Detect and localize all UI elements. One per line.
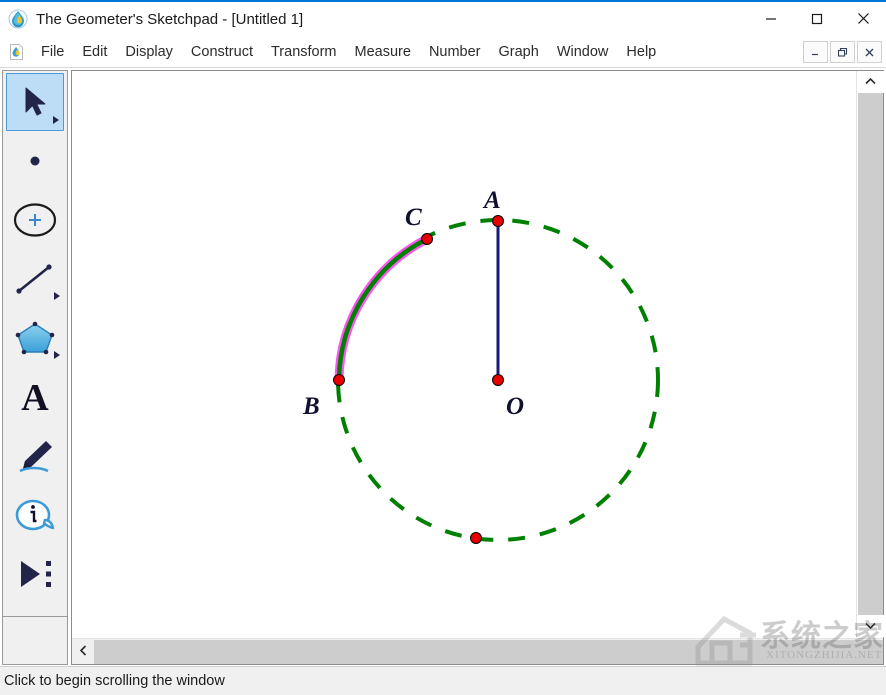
circle-compass-icon [13,200,57,240]
label-O[interactable]: O [506,393,524,420]
point-A[interactable] [493,216,504,227]
tool-list: A [3,73,67,617]
document-droplet-icon [8,43,26,61]
arrow-select-tool[interactable] [6,73,64,131]
arrow-cursor-icon [20,85,50,119]
menu-item-display[interactable]: Display [116,42,182,62]
status-message: Click to begin scrolling the window [4,673,225,689]
flyout-arrow-icon[interactable] [54,351,60,359]
status-bar: Click to begin scrolling the window [0,666,886,695]
close-button[interactable] [840,2,886,35]
point-unlabeled-bottom[interactable] [471,533,482,544]
sketch-window: A C B O [71,70,884,665]
scroll-up-button[interactable] [857,71,884,93]
label-B[interactable]: B [302,393,320,420]
sketchpad-droplet-icon [8,9,28,29]
polygon-tool[interactable] [3,308,67,367]
marker-pen-icon [14,436,56,476]
menu-item-help[interactable]: Help [617,42,665,62]
scroll-left-button[interactable] [72,639,94,665]
window-controls [748,2,886,35]
info-balloon-icon [13,496,57,534]
point-tool[interactable] [3,131,67,190]
mdi-window-controls [803,41,882,63]
tool-palette: A [2,70,68,665]
flyout-arrow-icon[interactable] [53,116,59,124]
mdi-close-button[interactable] [857,41,882,63]
chevron-up-icon [865,73,876,91]
scroll-down-button[interactable] [857,615,884,637]
sketch-canvas[interactable]: A C B O [72,71,856,637]
title-bar: The Geometer's Sketchpad - [Untitled 1] [0,2,886,36]
vertical-scrollbar[interactable] [856,71,883,637]
sketchpad-window: The Geometer's Sketchpad - [Untitled 1] [0,0,886,695]
chevron-down-icon [865,617,876,635]
information-tool[interactable] [3,485,67,544]
segment-icon [13,261,57,297]
geometry-figure: A C B O [72,71,856,637]
menu-item-number[interactable]: Number [420,42,490,62]
menu-bar: File Edit Display Construct Transform Me… [0,36,886,68]
arc-selection-halo [339,239,427,380]
chevron-left-icon [79,643,88,661]
menu-item-window[interactable]: Window [548,42,618,62]
menu-item-construct[interactable]: Construct [182,42,262,62]
flyout-arrow-icon[interactable] [54,292,60,300]
horizontal-scrollbar[interactable] [72,638,883,664]
straightedge-tool[interactable] [3,249,67,308]
menu-item-file[interactable]: File [32,42,73,62]
vertical-scroll-thumb[interactable] [858,93,883,615]
maximize-button[interactable] [794,2,840,35]
horizontal-scroll-thumb[interactable] [94,640,883,664]
menu-item-edit[interactable]: Edit [73,42,116,62]
point-O[interactable] [493,375,504,386]
menu-item-graph[interactable]: Graph [490,42,548,62]
svg-text:A: A [21,377,49,417]
mdi-minimize-button[interactable] [803,41,828,63]
window-title: The Geometer's Sketchpad - [Untitled 1] [36,11,303,28]
label-A[interactable]: A [482,187,501,214]
minimize-button[interactable] [748,2,794,35]
marker-tool[interactable] [3,426,67,485]
menu-item-measure[interactable]: Measure [346,42,420,62]
label-C[interactable]: C [405,204,422,231]
point-B[interactable] [334,375,345,386]
custom-tool[interactable] [3,544,67,603]
text-tool[interactable]: A [3,367,67,426]
point-C[interactable] [422,234,433,245]
point-icon [25,151,45,171]
play-dots-icon [15,558,55,590]
compass-tool[interactable] [3,190,67,249]
tool-palette-empty-area [3,617,67,666]
menu-item-transform[interactable]: Transform [262,42,346,62]
mdi-restore-button[interactable] [830,41,855,63]
polygon-icon [12,318,58,358]
text-a-icon: A [17,377,53,417]
